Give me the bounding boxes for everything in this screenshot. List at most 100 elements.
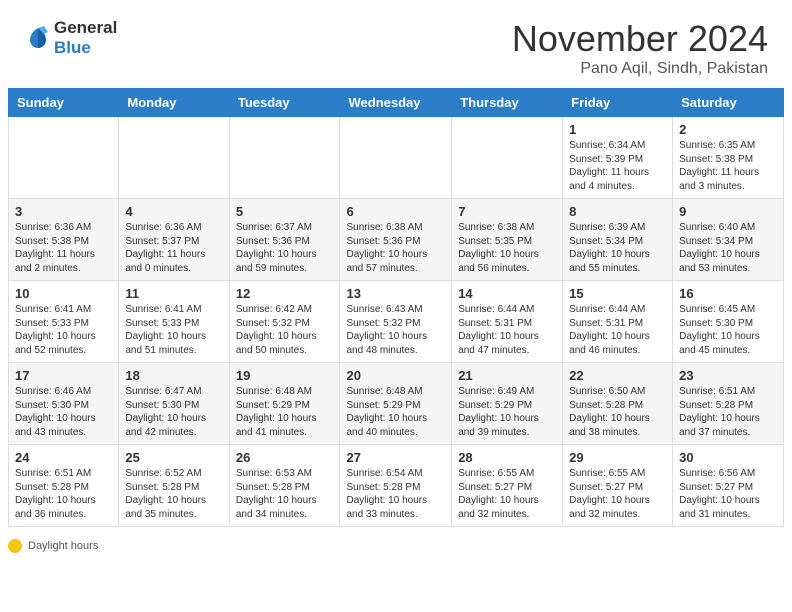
day-info: Sunrise: 6:45 AM Sunset: 5:30 PM Dayligh… — [679, 303, 777, 357]
calendar-day-cell: 6 Sunrise: 6:38 AM Sunset: 5:36 PM Daylig… — [340, 199, 452, 281]
day-number: 24 — [15, 450, 112, 465]
day-info: Sunrise: 6:36 AM Sunset: 5:38 PM Dayligh… — [15, 221, 112, 275]
calendar-day-cell — [452, 117, 563, 199]
calendar-day-cell: 29 Sunrise: 6:55 AM Sunset: 5:27 PM Dayli… — [563, 445, 673, 527]
day-info: Sunrise: 6:54 AM Sunset: 5:28 PM Dayligh… — [346, 467, 445, 521]
calendar-day-cell: 16 Sunrise: 6:45 AM Sunset: 5:30 PM Dayli… — [673, 281, 784, 363]
day-info: Sunrise: 6:51 AM Sunset: 5:28 PM Dayligh… — [15, 467, 112, 521]
day-number: 19 — [236, 368, 334, 383]
sun-icon — [8, 539, 22, 553]
calendar-day-cell: 17 Sunrise: 6:46 AM Sunset: 5:30 PM Dayli… — [9, 363, 119, 445]
header-monday: Monday — [119, 89, 229, 117]
calendar-day-cell: 28 Sunrise: 6:55 AM Sunset: 5:27 PM Dayli… — [452, 445, 563, 527]
day-info: Sunrise: 6:36 AM Sunset: 5:37 PM Dayligh… — [125, 221, 222, 275]
month-title: November 2024 — [512, 18, 768, 60]
calendar-day-cell: 10 Sunrise: 6:41 AM Sunset: 5:33 PM Dayli… — [9, 281, 119, 363]
day-number: 25 — [125, 450, 222, 465]
calendar-day-cell: 1Sunrise: 6:34 AM Sunset: 5:39 PM Daylig… — [563, 117, 673, 199]
calendar-week-row: 1Sunrise: 6:34 AM Sunset: 5:39 PM Daylig… — [9, 117, 784, 199]
day-info: Sunrise: 6:51 AM Sunset: 5:28 PM Dayligh… — [679, 385, 777, 439]
calendar-week-row: 24 Sunrise: 6:51 AM Sunset: 5:28 PM Dayli… — [9, 445, 784, 527]
day-number: 11 — [125, 286, 222, 301]
day-info: Sunrise: 6:56 AM Sunset: 5:27 PM Dayligh… — [679, 467, 777, 521]
day-info: Sunrise: 6:55 AM Sunset: 5:27 PM Dayligh… — [458, 467, 556, 521]
day-number: 22 — [569, 368, 666, 383]
logo: General Blue — [24, 18, 117, 58]
calendar-day-cell: 14Sunrise: 6:44 AM Sunset: 5:31 PM Dayli… — [452, 281, 563, 363]
page-header: General Blue November 2024 Pano Aqil, Si… — [0, 0, 792, 88]
day-info: Sunrise: 6:41 AM Sunset: 5:33 PM Dayligh… — [15, 303, 112, 357]
day-number: 6 — [346, 204, 445, 219]
day-info: Sunrise: 6:53 AM Sunset: 5:28 PM Dayligh… — [236, 467, 334, 521]
day-number: 20 — [346, 368, 445, 383]
calendar-day-cell: 9Sunrise: 6:40 AM Sunset: 5:34 PM Daylig… — [673, 199, 784, 281]
day-number: 3 — [15, 204, 112, 219]
day-info: Sunrise: 6:47 AM Sunset: 5:30 PM Dayligh… — [125, 385, 222, 439]
calendar-day-cell: 18 Sunrise: 6:47 AM Sunset: 5:30 PM Dayli… — [119, 363, 229, 445]
day-info: Sunrise: 6:37 AM Sunset: 5:36 PM Dayligh… — [236, 221, 334, 275]
calendar-day-cell: 11 Sunrise: 6:41 AM Sunset: 5:33 PM Dayli… — [119, 281, 229, 363]
day-info: Sunrise: 6:35 AM Sunset: 5:38 PM Dayligh… — [679, 139, 777, 193]
day-number: 13 — [346, 286, 445, 301]
logo-icon — [24, 24, 52, 52]
day-info: Sunrise: 6:41 AM Sunset: 5:33 PM Dayligh… — [125, 303, 222, 357]
day-number: 30 — [679, 450, 777, 465]
day-info: Sunrise: 6:38 AM Sunset: 5:35 PM Dayligh… — [458, 221, 556, 275]
day-info: Sunrise: 6:48 AM Sunset: 5:29 PM Dayligh… — [236, 385, 334, 439]
calendar-day-cell: 8 Sunrise: 6:39 AM Sunset: 5:34 PM Daylig… — [563, 199, 673, 281]
day-number: 29 — [569, 450, 666, 465]
calendar-day-cell: 2 Sunrise: 6:35 AM Sunset: 5:38 PM Daylig… — [673, 117, 784, 199]
day-number: 26 — [236, 450, 334, 465]
day-number: 28 — [458, 450, 556, 465]
day-number: 2 — [679, 122, 777, 137]
day-number: 12 — [236, 286, 334, 301]
calendar-day-cell: 23Sunrise: 6:51 AM Sunset: 5:28 PM Dayli… — [673, 363, 784, 445]
calendar-day-cell: 15Sunrise: 6:44 AM Sunset: 5:31 PM Dayli… — [563, 281, 673, 363]
day-number: 8 — [569, 204, 666, 219]
calendar-day-cell: 22Sunrise: 6:50 AM Sunset: 5:28 PM Dayli… — [563, 363, 673, 445]
calendar-day-cell: 27Sunrise: 6:54 AM Sunset: 5:28 PM Dayli… — [340, 445, 452, 527]
calendar-day-cell: 19 Sunrise: 6:48 AM Sunset: 5:29 PM Dayli… — [229, 363, 340, 445]
calendar-day-cell — [229, 117, 340, 199]
header-tuesday: Tuesday — [229, 89, 340, 117]
day-number: 15 — [569, 286, 666, 301]
calendar-day-cell: 26 Sunrise: 6:53 AM Sunset: 5:28 PM Dayli… — [229, 445, 340, 527]
day-number: 4 — [125, 204, 222, 219]
day-number: 10 — [15, 286, 112, 301]
calendar-day-cell: 7 Sunrise: 6:38 AM Sunset: 5:35 PM Daylig… — [452, 199, 563, 281]
day-number: 9 — [679, 204, 777, 219]
day-info: Sunrise: 6:42 AM Sunset: 5:32 PM Dayligh… — [236, 303, 334, 357]
day-info: Sunrise: 6:38 AM Sunset: 5:36 PM Dayligh… — [346, 221, 445, 275]
day-info: Sunrise: 6:46 AM Sunset: 5:30 PM Dayligh… — [15, 385, 112, 439]
header-saturday: Saturday — [673, 89, 784, 117]
calendar-day-cell — [119, 117, 229, 199]
day-number: 18 — [125, 368, 222, 383]
day-number: 21 — [458, 368, 556, 383]
calendar-day-cell: 30 Sunrise: 6:56 AM Sunset: 5:27 PM Dayli… — [673, 445, 784, 527]
footer-legend: Daylight hours — [0, 535, 792, 557]
calendar-day-cell: 3 Sunrise: 6:36 AM Sunset: 5:38 PM Daylig… — [9, 199, 119, 281]
logo-blue-text: Blue — [54, 38, 91, 57]
calendar-week-row: 10 Sunrise: 6:41 AM Sunset: 5:33 PM Dayli… — [9, 281, 784, 363]
calendar-week-row: 17 Sunrise: 6:46 AM Sunset: 5:30 PM Dayli… — [9, 363, 784, 445]
day-info: Sunrise: 6:39 AM Sunset: 5:34 PM Dayligh… — [569, 221, 666, 275]
day-info: Sunrise: 6:52 AM Sunset: 5:28 PM Dayligh… — [125, 467, 222, 521]
day-info: Sunrise: 6:48 AM Sunset: 5:29 PM Dayligh… — [346, 385, 445, 439]
header-thursday: Thursday — [452, 89, 563, 117]
day-info: Sunrise: 6:55 AM Sunset: 5:27 PM Dayligh… — [569, 467, 666, 521]
calendar-day-cell: 25 Sunrise: 6:52 AM Sunset: 5:28 PM Dayli… — [119, 445, 229, 527]
daylight-label: Daylight hours — [28, 540, 98, 552]
calendar-day-cell — [340, 117, 452, 199]
day-number: 16 — [679, 286, 777, 301]
calendar-day-cell: 12 Sunrise: 6:42 AM Sunset: 5:32 PM Dayli… — [229, 281, 340, 363]
header-friday: Friday — [563, 89, 673, 117]
calendar-wrapper: Sunday Monday Tuesday Wednesday Thursday… — [0, 88, 792, 535]
day-number: 5 — [236, 204, 334, 219]
day-number: 7 — [458, 204, 556, 219]
day-number: 17 — [15, 368, 112, 383]
day-number: 1 — [569, 122, 666, 137]
calendar-day-cell: 21Sunrise: 6:49 AM Sunset: 5:29 PM Dayli… — [452, 363, 563, 445]
logo-general-text: General — [54, 18, 117, 37]
day-info: Sunrise: 6:43 AM Sunset: 5:32 PM Dayligh… — [346, 303, 445, 357]
day-number: 14 — [458, 286, 556, 301]
